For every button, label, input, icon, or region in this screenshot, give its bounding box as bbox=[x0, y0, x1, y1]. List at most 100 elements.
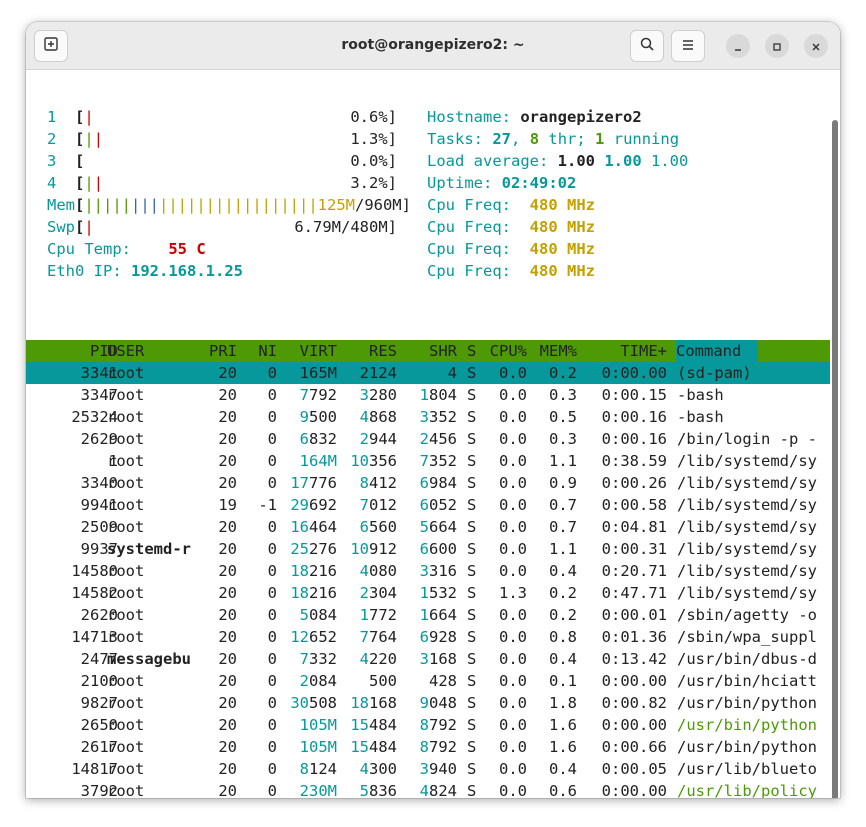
cell-shr: 3168 bbox=[419, 650, 457, 668]
table-row[interactable]: 9937 systemd-r 20 0 25276 10912 6600 S 0.0 1.1 0:0… bbox=[26, 538, 830, 560]
column-header-time[interactable]: TIME+ bbox=[620, 340, 667, 362]
column-header-s[interactable]: S bbox=[467, 340, 476, 362]
cpu-bar: | bbox=[84, 130, 94, 148]
minimize-button[interactable] bbox=[726, 34, 750, 58]
cell-s: S bbox=[467, 628, 477, 646]
column-header-ni[interactable]: NI bbox=[258, 340, 277, 362]
cell-cpu: 0.0 bbox=[499, 496, 527, 514]
column-header-cpu[interactable]: CPU% bbox=[490, 340, 527, 362]
process-table-header: PID USER PRI NI VIRT RES SHR S CPU% MEM% TIME+ Comm… bbox=[26, 340, 830, 362]
cell-mem: 1.6 bbox=[549, 716, 577, 734]
column-header-command[interactable]: Command bbox=[676, 340, 758, 362]
table-row[interactable]: 2629 root 20 0 6832 2944 2456 S 0.0 0.3 0:00.16/bi… bbox=[26, 428, 830, 450]
cell-time: 0:47.71 bbox=[601, 584, 667, 602]
cell-ni: 0 bbox=[267, 386, 277, 404]
table-row[interactable]: 14713 root 20 0 12652 7764 6928 S 0.0 0.8 0:01.36/… bbox=[26, 626, 830, 648]
swp-value: 6.79M/480M] bbox=[294, 218, 397, 236]
table-row[interactable]: 2620 root 20 0 5084 1772 1664 S 0.0 0.2 0:00.01/sb… bbox=[26, 604, 830, 626]
running-value: 1 bbox=[595, 130, 605, 148]
cell-ni: 0 bbox=[267, 364, 277, 382]
cell-time: 0:00.58 bbox=[601, 496, 667, 514]
cell-shr: 3316 bbox=[419, 562, 457, 580]
cell-shr: 1664 bbox=[419, 606, 457, 624]
mem-total-value: /960M] bbox=[354, 196, 411, 214]
cell-cpu: 0.0 bbox=[499, 716, 527, 734]
cell-cmd: /usr/bin/python bbox=[677, 738, 817, 756]
cell-virt: 12652 bbox=[290, 628, 337, 646]
scrollbar[interactable] bbox=[832, 120, 838, 798]
cell-pri: 20 bbox=[218, 408, 237, 426]
table-row[interactable]: 14582 root 20 0 18216 2304 1532 S 1.3 0.2 0:47.71/… bbox=[26, 582, 830, 604]
cell-s: S bbox=[467, 496, 477, 514]
table-row[interactable]: 9827 root 20 0 30508 18168 9048 S 0.0 1.8 0:00.82/… bbox=[26, 692, 830, 714]
cpu-bar: | bbox=[84, 174, 94, 192]
terminal-area[interactable]: 1 [| 0.6%] 2 [|| 1.3%] 3 [0.0%] 4 [|| 3.2%] Me… bbox=[26, 70, 840, 798]
cell-shr: 6984 bbox=[419, 474, 457, 492]
cpu-freq-line: Cpu Freq: 480 MHz bbox=[427, 216, 595, 238]
column-header-user[interactable]: USER bbox=[107, 340, 144, 362]
cell-cmd: /usr/bin/python bbox=[677, 716, 817, 734]
table-row[interactable]: 1 root 20 0 164M 10356 7352 S 0.0 1.1 0:38.59/lib/… bbox=[26, 450, 830, 472]
table-row[interactable]: 14580 root 20 0 18216 4080 3316 S 0.0 0.4 0:20.71/… bbox=[26, 560, 830, 582]
load-5min: 1.00 bbox=[604, 152, 642, 170]
cell-time: 0:00.01 bbox=[601, 606, 667, 624]
search-button[interactable] bbox=[630, 30, 664, 62]
cell-user: root bbox=[107, 628, 145, 646]
close-button[interactable] bbox=[804, 34, 828, 58]
uptime-value: 02:49:02 bbox=[501, 174, 577, 192]
cell-shr: 3352 bbox=[419, 408, 457, 426]
column-header-shr[interactable]: SHR bbox=[429, 340, 457, 362]
column-header-virt[interactable]: VIRT bbox=[300, 340, 337, 362]
cell-virt: 230M bbox=[299, 782, 337, 798]
cell-ni: -1 bbox=[258, 496, 277, 514]
cell-s: S bbox=[467, 474, 477, 492]
cell-cpu: 0.0 bbox=[499, 628, 527, 646]
cpu-freq-label: Cpu Freq: bbox=[427, 262, 511, 280]
cell-s: S bbox=[467, 562, 477, 580]
column-header-mem[interactable]: MEM% bbox=[540, 340, 577, 362]
cpu-freq-value: 480 MHz bbox=[529, 240, 595, 258]
cell-shr: 4824 bbox=[419, 782, 457, 798]
table-row[interactable]: 25324 root 20 0 9500 4868 3352 S 0.0 0.5 0:00.16 -b… bbox=[26, 406, 830, 428]
cell-shr: 1804 bbox=[419, 386, 457, 404]
menu-button[interactable] bbox=[671, 30, 705, 62]
cell-pri: 20 bbox=[218, 628, 237, 646]
cell-time: 0:00.16 bbox=[601, 408, 667, 426]
cell-time: 0:00.15 bbox=[601, 386, 667, 404]
column-header-pri[interactable]: PRI bbox=[209, 340, 237, 362]
maximize-icon bbox=[772, 37, 782, 56]
table-row[interactable]: 2509 root 20 0 16464 6560 5664 S 0.0 0.7 0:04.81/l… bbox=[26, 516, 830, 538]
table-row-selected[interactable]: 3341 root 20 0 165M 2124 4 S 0.0 0.2 0:00.00 (sd-pa… bbox=[26, 362, 830, 384]
cpu-number: 4 bbox=[47, 174, 57, 192]
cell-mem: 1.8 bbox=[549, 694, 577, 712]
table-row[interactable]: 2617 root 20 0 105M 15484 8792 S 0.0 1.6 0:00.66/u… bbox=[26, 736, 830, 758]
table-row[interactable]: 2650 root 20 0 105M 15484 8792 S 0.0 1.6 0:00.00/u… bbox=[26, 714, 830, 736]
cell-pri: 19 bbox=[218, 496, 237, 514]
terminal-window: root@orangepizero2: ~ 1 [| 0.6%] 2 [|| 1.3%… bbox=[26, 22, 840, 798]
column-header-res[interactable]: RES bbox=[369, 340, 397, 362]
table-row[interactable]: 3340 root 20 0 17776 8412 6984 S 0.0 0.9 0:00.26/l… bbox=[26, 472, 830, 494]
cell-res: 4080 bbox=[359, 562, 397, 580]
table-row[interactable]: 9941 root 19 -1 29692 7012 6052 S 0.0 0.7 0:00.58/… bbox=[26, 494, 830, 516]
table-row[interactable]: 2100 root 20 0 2084 500 428 S 0.0 0.1 0:00.00/usr/… bbox=[26, 670, 830, 692]
cell-ni: 0 bbox=[267, 782, 277, 798]
cell-mem: 0.5 bbox=[549, 408, 577, 426]
cell-pri: 20 bbox=[218, 518, 237, 536]
cell-shr: 1532 bbox=[419, 584, 457, 602]
cell-cmd: /lib/systemd/sy bbox=[677, 474, 817, 492]
cell-shr: 5664 bbox=[419, 518, 457, 536]
table-row[interactable]: 14817 root 20 0 8124 4300 3940 S 0.0 0.4 0:00.05/u… bbox=[26, 758, 830, 780]
table-row[interactable]: 3792 root 20 0 230M 5836 4824 S 0.0 0.6 0:00.00/us… bbox=[26, 780, 830, 798]
cell-pri: 20 bbox=[218, 606, 237, 624]
table-row[interactable]: 2477 messagebu 20 0 7332 4220 3168 S 0.0 0.4 0:13.… bbox=[26, 648, 830, 670]
table-row[interactable]: 3347 root 20 0 7792 3280 1804 S 0.0 0.3 0:00.15 -ba… bbox=[26, 384, 830, 406]
maximize-button[interactable] bbox=[765, 34, 789, 58]
cell-s: S bbox=[467, 584, 477, 602]
cell-res: 15484 bbox=[350, 738, 397, 756]
cpu-percent: 1.3%] bbox=[350, 130, 397, 148]
cell-user: root bbox=[107, 760, 145, 778]
cell-mem: 1.6 bbox=[549, 738, 577, 756]
cpu-percent: 0.6%] bbox=[350, 108, 397, 126]
cell-user: systemd-r bbox=[107, 540, 191, 558]
cell-virt: 8124 bbox=[299, 760, 337, 778]
